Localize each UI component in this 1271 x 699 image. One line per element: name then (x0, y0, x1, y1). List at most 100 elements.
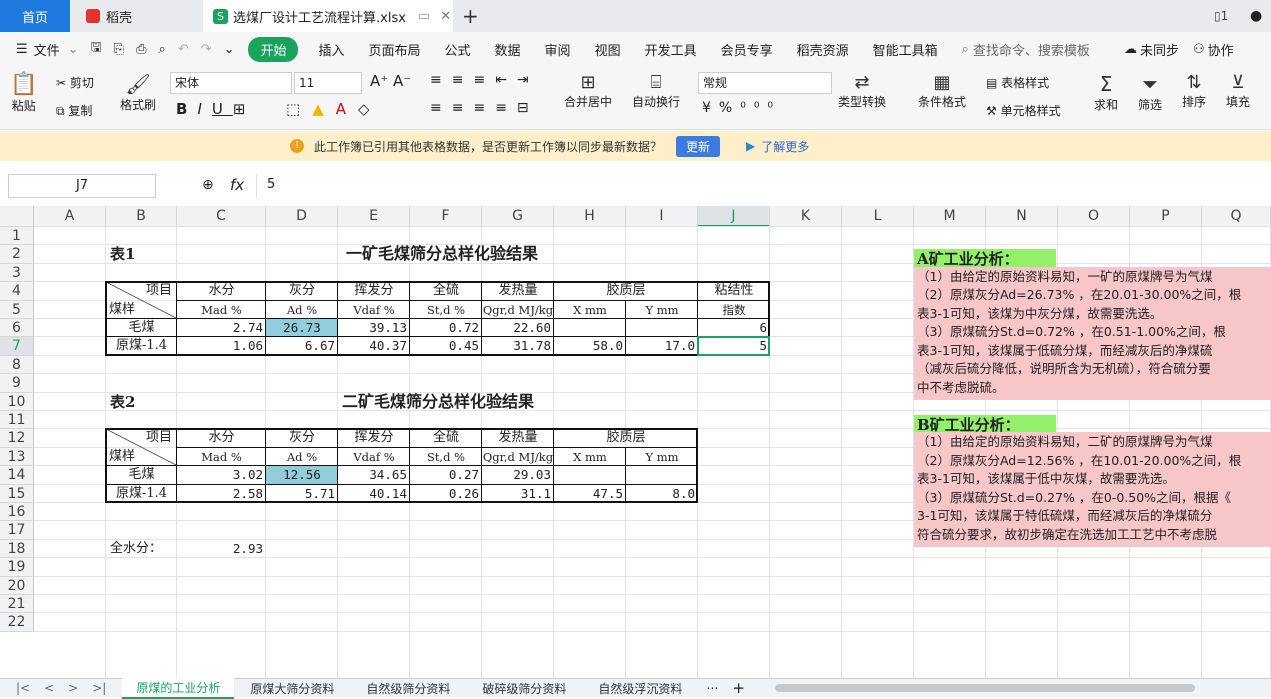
data-cell[interactable]: 2.58 (177, 485, 266, 503)
data-cell[interactable]: 17.0 (626, 337, 698, 355)
paste-button[interactable]: 📋 粘贴 (10, 72, 37, 114)
last-sheet-icon[interactable]: >| (92, 681, 106, 695)
window-icon[interactable]: ▭ (418, 9, 430, 24)
close-tab-icon[interactable]: ✕ (440, 9, 451, 24)
column-header[interactable]: F (410, 206, 482, 227)
color-buttons[interactable]: ⬚▲A◇ (286, 100, 382, 118)
row-label[interactable]: 毛煤 (106, 319, 177, 337)
row-header[interactable]: 9 (0, 374, 34, 393)
data-cell[interactable]: 0.27 (410, 466, 482, 484)
sheet-tab[interactable]: 破碎级筛分资料 (482, 680, 566, 697)
row-header[interactable]: 14 (0, 466, 34, 485)
table1-title[interactable]: 一矿毛煤筛分总样化验结果 (338, 245, 698, 263)
data-cell[interactable]: 3.02 (177, 466, 266, 484)
menu-item-insert[interactable]: 插入 (318, 40, 344, 59)
sheet-tab[interactable]: 原煤大筛分资料 (250, 680, 334, 697)
data-cell[interactable]: 8.0 (626, 485, 698, 503)
daoke-tab[interactable]: 稻壳 (74, 0, 199, 32)
sum-button[interactable]: Σ 求和 (1094, 72, 1118, 113)
highlight-value[interactable]: 12.56 (266, 466, 338, 484)
start-tab[interactable]: 开始 (248, 36, 299, 62)
data-cell[interactable]: 1.06 (177, 337, 266, 355)
column-header[interactable]: O (1058, 206, 1130, 227)
row-header[interactable]: 7 (0, 337, 34, 356)
cut-button[interactable]: ✂ 剪切 (56, 74, 94, 91)
sync-status[interactable]: 未同步 (1140, 40, 1179, 59)
row-header[interactable]: 8 (0, 355, 34, 375)
row-header[interactable]: 2 (0, 245, 34, 264)
column-header[interactable]: N (986, 206, 1058, 227)
data-cell[interactable]: 0.45 (410, 337, 482, 355)
format-painter-button[interactable]: 🖌 格式刷 (120, 72, 156, 113)
column-header[interactable]: D (266, 206, 338, 227)
row-header[interactable]: 18 (0, 539, 34, 559)
row-header[interactable]: 3 (0, 263, 34, 283)
window-count-icon[interactable]: ▯1 (1214, 0, 1228, 32)
table2-title[interactable]: 二矿毛煤筛分总样化验结果 (338, 393, 698, 411)
menu-item-data[interactable]: 数据 (495, 40, 521, 59)
sheet-tab-active[interactable]: 原煤的工业分析 (122, 677, 235, 699)
sheet-tab[interactable]: 自然级浮沉资料 (598, 680, 682, 697)
sort-button[interactable]: ⇅ 排序 (1182, 72, 1206, 110)
name-box[interactable]: J7 (8, 174, 156, 198)
menu-item-layout[interactable]: 页面布局 (369, 40, 421, 59)
row-header[interactable]: 6 (0, 319, 34, 338)
formula-input[interactable]: 5 (256, 174, 1271, 198)
row-header[interactable]: 21 (0, 595, 34, 614)
learn-more-link[interactable]: 了解更多 (761, 138, 809, 155)
data-cell[interactable]: 22.60 (482, 319, 554, 337)
align-buttons-bottom[interactable]: ≡≡≡≡⊟ (430, 100, 539, 116)
data-cell[interactable]: 6 (698, 319, 770, 337)
data-cell[interactable]: 39.13 (338, 319, 410, 337)
row-header[interactable]: 5 (0, 300, 34, 319)
row-header[interactable]: 4 (0, 282, 34, 301)
number-buttons[interactable]: ¥%⁰⁰⁰ (702, 100, 781, 116)
column-header[interactable]: Q (1202, 206, 1271, 227)
data-cell[interactable]: 40.14 (338, 485, 410, 503)
row-label[interactable]: 原煤-1.4 (106, 337, 177, 355)
horizontal-scrollbar[interactable] (775, 684, 1195, 692)
zoom-icon[interactable]: ⊕ (202, 177, 214, 193)
data-cell[interactable]: 31.78 (482, 337, 554, 355)
column-header[interactable]: A (34, 206, 106, 227)
redo-icon[interactable]: ↷ (201, 42, 212, 57)
export-icon[interactable]: ⎘ (114, 42, 124, 57)
copy-button[interactable]: ⧉ 复制 (56, 102, 92, 119)
total-water-value[interactable]: 2.93 (177, 540, 266, 558)
filter-button[interactable]: ⏷ 筛选 (1138, 72, 1162, 113)
menu-item-member[interactable]: 会员专享 (721, 40, 773, 59)
row-header[interactable]: 19 (0, 558, 34, 577)
table1-label[interactable]: 表1 (106, 245, 177, 263)
font-size-select[interactable]: 11 (294, 72, 362, 94)
next-sheet-icon[interactable]: > (68, 681, 78, 695)
column-header[interactable]: P (1130, 206, 1202, 227)
menu-item-daoke[interactable]: 稻壳资源 (797, 40, 849, 59)
data-cell[interactable] (554, 319, 626, 337)
data-cell[interactable]: 47.5 (554, 485, 626, 503)
wrap-button[interactable]: ⌸ 自动换行 (632, 72, 680, 110)
home-tab[interactable]: 首页 (0, 0, 70, 32)
table-style-button[interactable]: ▤ 表格样式 (986, 74, 1049, 91)
menu-item-review[interactable]: 审阅 (545, 40, 571, 59)
row-label[interactable]: 毛煤 (106, 466, 177, 484)
prev-sheet-icon[interactable]: < (44, 681, 54, 695)
row-header[interactable]: 1 (0, 227, 34, 246)
column-header[interactable]: G (482, 206, 554, 227)
row-header[interactable]: 20 (0, 576, 34, 595)
cell-style-button[interactable]: ⚒ 单元格样式 (986, 102, 1061, 119)
font-style-buttons[interactable]: BIU⊞ (176, 100, 255, 118)
select-all-corner[interactable] (0, 206, 34, 227)
data-cell[interactable] (554, 466, 626, 484)
row-label[interactable]: 原煤-1.4 (106, 485, 177, 503)
add-sheet-icon[interactable]: + (732, 679, 745, 697)
table2-label[interactable]: 表2 (106, 393, 177, 411)
column-header[interactable]: M (914, 206, 986, 227)
column-header[interactable]: L (842, 206, 914, 227)
file-menu[interactable]: 文件 (34, 40, 60, 59)
data-cell[interactable]: 0.72 (410, 319, 482, 337)
data-cell[interactable]: 29.03 (482, 466, 554, 484)
data-cell[interactable]: 31.1 (482, 485, 554, 503)
data-cell[interactable]: 0.26 (410, 485, 482, 503)
highlight-value[interactable]: 26.73 (266, 319, 338, 337)
conditional-format-button[interactable]: ▦ 条件格式 (918, 72, 966, 110)
